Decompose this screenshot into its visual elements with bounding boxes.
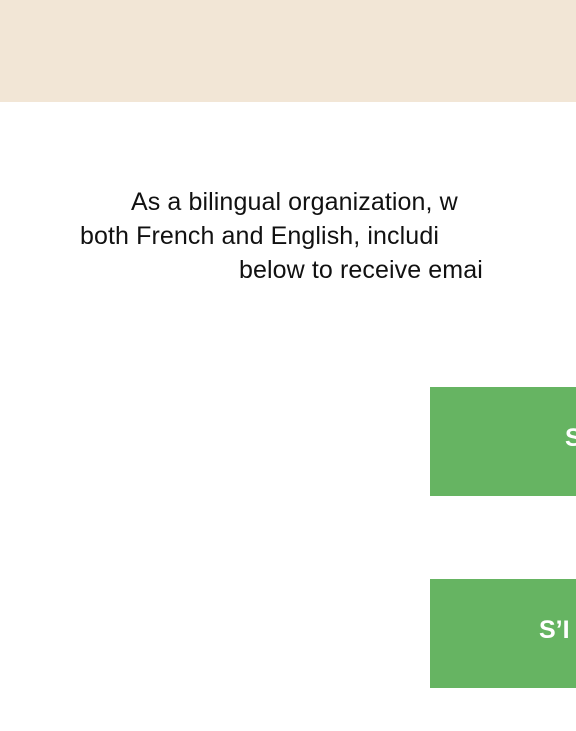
intro-line-2: both French and English, includi (80, 222, 439, 250)
subscribe-french-label: S’I (539, 616, 570, 644)
subscribe-english-button[interactable]: S (430, 387, 576, 496)
subscribe-english-label: S (565, 424, 576, 452)
intro-line-3: below to receive emai (239, 256, 483, 284)
top-banner (0, 0, 576, 102)
subscribe-french-button[interactable]: S’I (430, 579, 576, 688)
bilingual-intro-text: As a bilingual organization, w both Fren… (0, 185, 576, 315)
intro-line-1: As a bilingual organization, w (131, 188, 458, 216)
